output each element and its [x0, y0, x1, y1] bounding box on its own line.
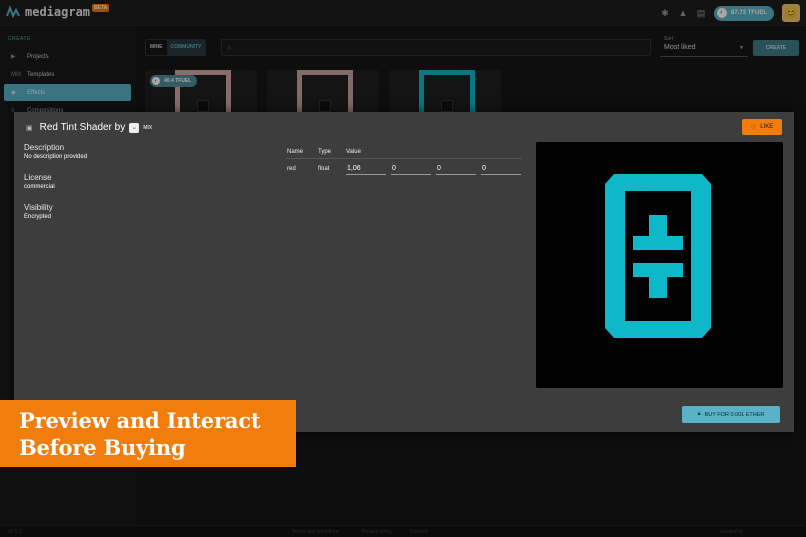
value-input-b[interactable]: 0 — [436, 163, 476, 175]
buy-label: BUY FOR 0.001 ETHER — [704, 411, 765, 418]
like-label: LIKE — [760, 124, 774, 130]
banner-line-2: Before Buying — [19, 435, 186, 460]
description-label: Description — [24, 143, 65, 152]
modal-title-text: Red Tint Shader by — [39, 122, 126, 133]
owner-avatar[interactable]: ᴗ — [129, 122, 140, 133]
effect-detail-modal: ▣ Red Tint Shader by ᴗ MIX ♡ LIKE Descri… — [14, 112, 794, 432]
license-value: commercial — [24, 184, 55, 190]
params-table: Name Type Value red float 1,06 0 0 0 — [286, 145, 522, 179]
license-label: License — [24, 173, 52, 182]
param-name: red — [287, 166, 296, 172]
header-value: Value — [346, 148, 361, 155]
header-name: Name — [287, 148, 304, 155]
visibility-label: Visibility — [24, 203, 53, 212]
theta-logo-icon — [605, 174, 711, 338]
value-input-a[interactable]: 0 — [481, 163, 521, 175]
promo-banner: Preview and Interact Before Buying — [0, 400, 296, 467]
description-block: Description No description provided — [24, 143, 87, 160]
license-block: License commercial — [24, 173, 55, 190]
table-row: red float 1,06 0 0 0 — [286, 159, 522, 179]
lock-icon: 🔒︎ — [697, 411, 701, 417]
description-value: No description provided — [24, 154, 88, 160]
param-type: float — [318, 166, 330, 172]
value-input-r[interactable]: 1,06 — [346, 163, 386, 175]
value-input-g[interactable]: 0 — [391, 163, 431, 175]
owner-name[interactable]: MIX — [143, 125, 152, 131]
effect-icon: ▣ — [26, 124, 33, 132]
banner-line-1: Preview and Interact — [19, 408, 261, 433]
effect-preview[interactable] — [536, 142, 783, 388]
like-button[interactable]: ♡ LIKE — [742, 119, 782, 135]
buy-button[interactable]: 🔒︎ BUY FOR 0.001 ETHER — [682, 406, 780, 423]
heart-icon: ♡ — [750, 124, 757, 131]
visibility-value: Encrypted — [24, 214, 52, 220]
params-header-row: Name Type Value — [286, 145, 522, 159]
visibility-block: Visibility Encrypted — [24, 203, 53, 220]
header-type: Type — [318, 148, 332, 155]
modal-title: ▣ Red Tint Shader by ᴗ MIX — [26, 122, 152, 133]
